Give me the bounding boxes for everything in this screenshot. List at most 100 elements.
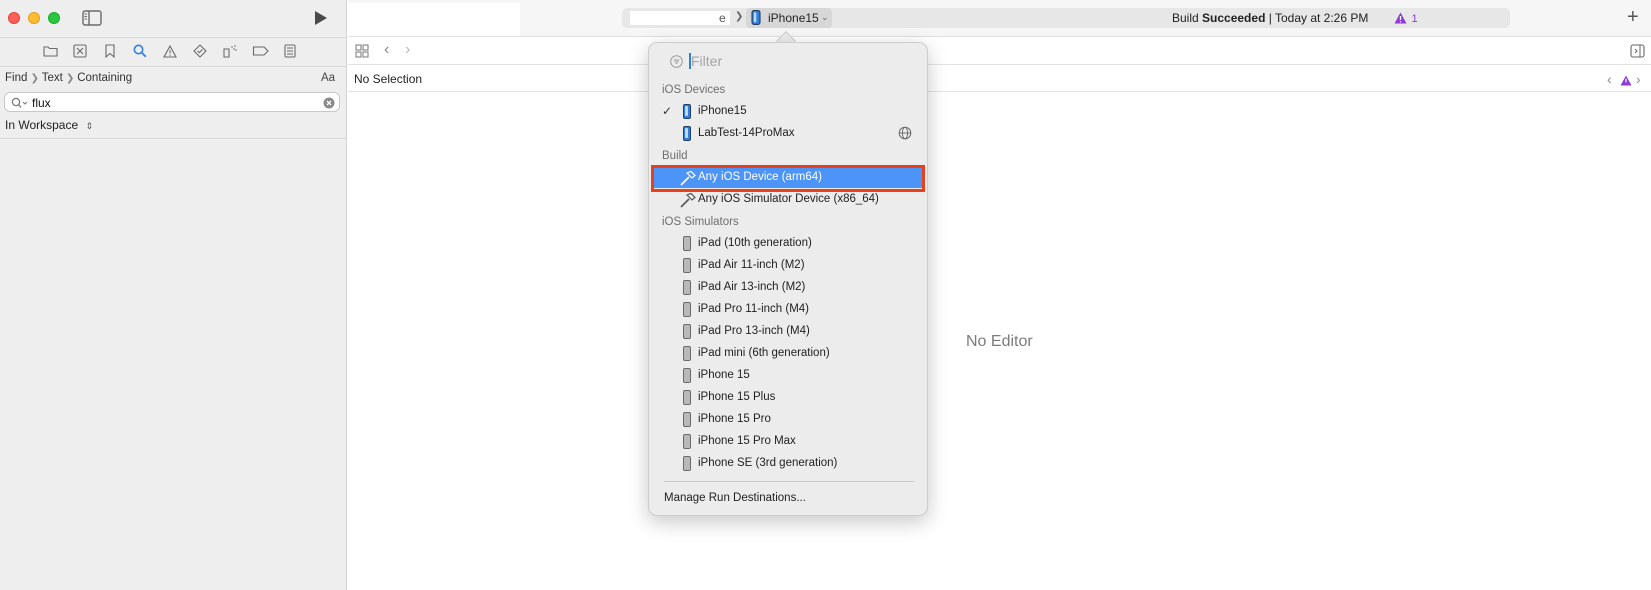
sidebar-toggle-icon[interactable]: [82, 10, 102, 31]
section-build: Build: [662, 150, 688, 162]
debug-spray-icon[interactable]: [221, 43, 239, 59]
filter-input[interactable]: Filter: [691, 53, 722, 69]
chevron-right-icon: ❯: [735, 11, 744, 22]
simulator-label: iPhone 15 Pro Max: [698, 435, 796, 447]
report-icon[interactable]: [281, 43, 299, 59]
search-icon[interactable]: [131, 43, 149, 59]
scheme-name-tail[interactable]: e: [719, 11, 726, 25]
no-editor-placeholder: No Editor: [966, 333, 1033, 350]
editor-jump-bar: [348, 38, 1651, 65]
annotation-highlight-box: [651, 165, 925, 192]
simulator-item[interactable]: iPhone 15 Pro: [654, 410, 922, 430]
related-items-grid-icon[interactable]: [355, 44, 369, 63]
test-diamond-icon[interactable]: [191, 43, 209, 59]
run-destination-button[interactable]: iPhone15 ⌄: [746, 8, 832, 28]
find-mode[interactable]: Find: [5, 72, 27, 84]
minimize-window-button[interactable]: [28, 12, 40, 24]
simulator-label: iPad Pro 11-inch (M4): [698, 303, 809, 315]
no-selection-label: No Selection: [354, 72, 423, 86]
simulator-label: iPhone 15 Pro: [698, 413, 771, 425]
iphone-icon: [679, 368, 695, 384]
find-type[interactable]: Text: [42, 72, 63, 84]
simulator-item[interactable]: iPad mini (6th generation): [654, 344, 922, 364]
add-icon[interactable]: +: [1627, 7, 1639, 27]
ipad-icon: [679, 258, 695, 274]
simulator-item[interactable]: iPhone SE (3rd generation): [654, 454, 922, 474]
search-scope-label: In Workspace: [5, 118, 79, 132]
ipad-icon: [679, 280, 695, 296]
search-scope-popup[interactable]: In Workspace ⇕: [5, 118, 93, 132]
case-sensitivity-toggle[interactable]: Aa: [321, 72, 335, 84]
scheme-name-redacted[interactable]: [630, 11, 730, 25]
simulator-label: iPhone SE (3rd generation): [698, 457, 838, 469]
build-status-prefix: Build: [1172, 11, 1203, 25]
iphone-icon: [679, 104, 695, 120]
back-chevron-icon[interactable]: ‹: [384, 41, 389, 59]
simulator-item[interactable]: iPhone 15 Plus: [654, 388, 922, 408]
breakpoint-icon[interactable]: [251, 43, 269, 59]
iphone-icon: [679, 456, 695, 472]
ipad-icon: [679, 236, 695, 252]
ipad-icon: [679, 302, 695, 318]
zoom-window-button[interactable]: [48, 12, 60, 24]
divider: [0, 66, 347, 67]
build-item-any-ios-simulator[interactable]: Any iOS Simulator Device (x86_64): [654, 190, 922, 210]
device-item-labtest[interactable]: LabTest-14ProMax: [654, 124, 922, 144]
clear-search-icon[interactable]: [323, 96, 335, 114]
simulator-item[interactable]: iPhone 15 Pro Max: [654, 432, 922, 452]
divider: [664, 481, 914, 482]
manage-run-destinations-item[interactable]: Manage Run Destinations...: [664, 492, 806, 504]
iphone-icon: [679, 434, 695, 450]
warning-badge[interactable]: 1: [1394, 11, 1418, 29]
folder-icon[interactable]: [41, 43, 59, 59]
build-item-label: Any iOS Simulator Device (x86_64): [698, 193, 879, 205]
editor-path-bar: [348, 66, 1651, 92]
section-ios-simulators: iOS Simulators: [662, 216, 739, 228]
section-ios-devices: iOS Devices: [662, 84, 726, 96]
chevron-down-icon: ⌄: [821, 12, 829, 22]
simulator-item[interactable]: iPad Pro 13-inch (M4): [654, 322, 922, 342]
previous-issue-icon[interactable]: ‹: [1607, 71, 1612, 87]
simulator-label: iPad Pro 13-inch (M4): [698, 325, 810, 337]
issue-warning-icon[interactable]: [1620, 73, 1632, 91]
simulator-label: iPad mini (6th generation): [698, 347, 830, 359]
find-match[interactable]: Containing: [77, 72, 132, 84]
hammer-icon: [679, 192, 696, 208]
filter-icon: [670, 55, 683, 73]
simulator-item[interactable]: iPad Air 13-inch (M2): [654, 278, 922, 298]
navigator-sidebar: Find ❯ Text ❯ Containing Aa flux In Work…: [0, 0, 347, 590]
inspector-toggle-icon[interactable]: [1630, 44, 1645, 63]
close-window-button[interactable]: [8, 12, 20, 24]
device-label: LabTest-14ProMax: [698, 127, 795, 139]
find-mode-breadcrumb[interactable]: Find ❯ Text ❯ Containing: [5, 72, 132, 84]
iphone-icon: [679, 412, 695, 428]
divider: [0, 138, 347, 139]
search-field[interactable]: flux: [4, 92, 340, 112]
device-item-iphone15[interactable]: ✓ iPhone15: [654, 102, 922, 122]
simulator-label: iPad Air 13-inch (M2): [698, 281, 806, 293]
simulator-label: iPad (10th generation): [698, 237, 812, 249]
run-button[interactable]: [313, 10, 329, 31]
forward-chevron-icon[interactable]: ›: [405, 41, 410, 59]
next-issue-icon[interactable]: ›: [1636, 71, 1641, 87]
build-status-time: | Today at 2:26 PM: [1265, 11, 1369, 25]
build-status-result: Succeeded: [1202, 11, 1266, 25]
simulator-item[interactable]: iPad Pro 11-inch (M4): [654, 300, 922, 320]
search-input[interactable]: flux: [32, 96, 51, 110]
search-options-icon[interactable]: [11, 96, 29, 114]
simulator-item[interactable]: iPhone 15: [654, 366, 922, 386]
redacted-tab-area: [348, 3, 520, 36]
iphone-icon: [751, 10, 761, 30]
source-control-icon[interactable]: [71, 43, 89, 59]
simulator-label: iPhone 15 Plus: [698, 391, 776, 403]
build-status: Build Succeeded | Today at 2:26 PM: [1172, 11, 1368, 25]
ipad-icon: [679, 346, 695, 362]
iphone-icon: [679, 126, 695, 142]
simulator-label: iPhone 15: [698, 369, 750, 381]
warning-icon[interactable]: [161, 43, 179, 59]
simulator-item[interactable]: iPad (10th generation): [654, 234, 922, 254]
ipad-icon: [679, 324, 695, 340]
bookmark-icon[interactable]: [101, 43, 119, 59]
simulator-item[interactable]: iPad Air 11-inch (M2): [654, 256, 922, 276]
device-label: iPhone15: [698, 105, 747, 117]
